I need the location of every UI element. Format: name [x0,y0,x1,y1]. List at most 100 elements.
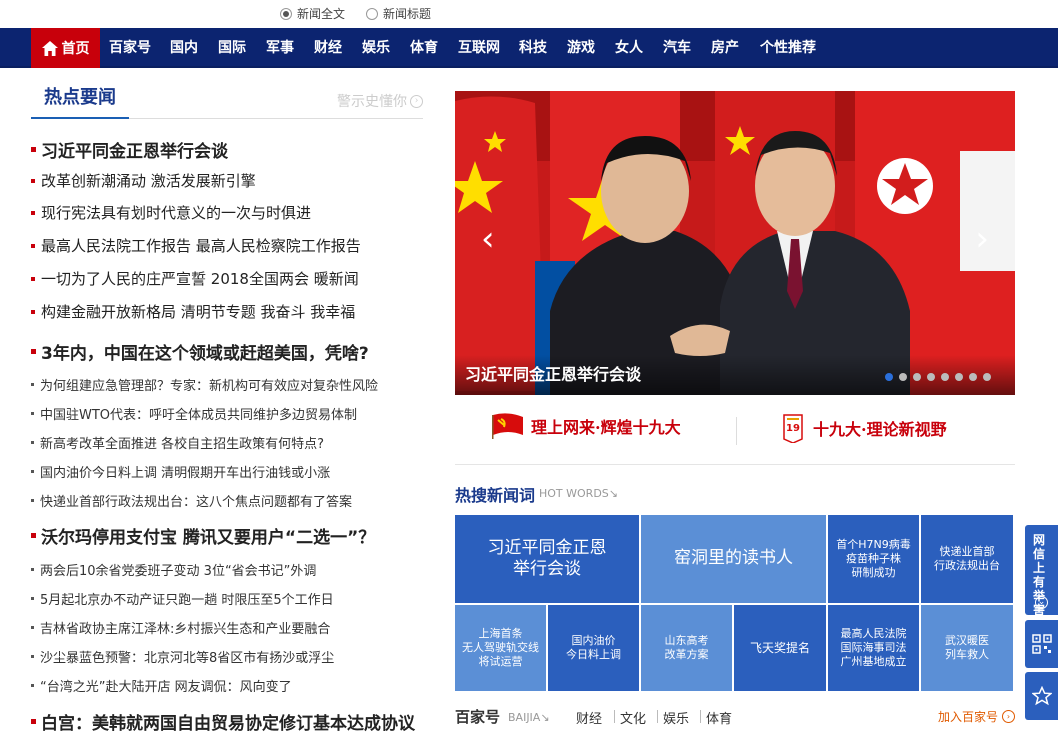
slider-dot[interactable] [983,373,991,381]
radio-title-only[interactable]: 新闻标题 [366,5,431,22]
banner-left[interactable]: 理上网来·辉煌十九大 [491,413,681,439]
nav-item-international[interactable]: 国际 [218,28,246,68]
slider-dot[interactable] [885,373,893,381]
hot-word-text: 山东高考 改革方案 [664,634,709,661]
news-item[interactable]: 沙尘暴蓝色预警：北京河北等8省区市有扬沙或浮尘 [31,647,334,666]
news-headline[interactable]: 习近平同金正恩举行会谈 [31,137,228,162]
hot-word-tile[interactable]: 首个H7N9病毒 疫苗种子株 研制成功 [828,515,919,603]
hot-word-tile[interactable]: 武汉暖医 列车救人 [921,605,1013,691]
slider-dot[interactable] [955,373,963,381]
hot-word-text: 武汉暖医 列车救人 [945,634,989,661]
nav-item-personal[interactable]: 个性推荐 [760,28,816,68]
banner-right-text: 十九大·理论新视野 [813,420,947,439]
news-item[interactable]: 一切为了人民的庄严宣誓 2018全国两会 暖新闻 [31,268,359,289]
news-item[interactable]: 现行宪法具有划时代意义的一次与时俱进 [31,202,311,223]
news-item[interactable]: 吉林省政协主席江泽林:乡村振兴生态和产业要融合 [31,618,330,637]
hot-word-text: 快递业首部 行政法规出台 [934,545,1000,572]
slider-dot[interactable] [913,373,921,381]
news-item[interactable]: 最高人民法院工作报告 最高人民检察院工作报告 [31,235,361,256]
hot-words-title: 热搜新闻词 [455,486,536,505]
nav-item-internet[interactable]: 互联网 [458,28,500,68]
slider-dot[interactable] [899,373,907,381]
join-baijia-link[interactable]: 加入百家号 › [938,708,1015,725]
party-flag-icon [492,413,523,439]
news-item[interactable]: “台湾之光”赴大陆开店 网友调侃：风向变了 [31,676,292,695]
main-nav: 首页 百家号 国内 国际 军事 财经 娱乐 体育 互联网 科技 游戏 女人 汽车… [0,28,1058,68]
banner-right[interactable]: 19 十九大·理论新视野 [781,413,947,443]
slider-dot[interactable] [927,373,935,381]
news-item[interactable]: 新高考改革全面推进 各校自主招生政策有何特点? [31,433,324,452]
hot-news-header: 热点要闻 警示史懂你 › [31,83,423,119]
hot-word-tile[interactable]: 习近平同金正恩 举行会谈 [455,515,639,603]
news-item[interactable]: 中国驻WTO代表：呼吁全体成员共同维护多边贸易体制 [31,404,357,423]
radio-title-only-label: 新闻标题 [383,7,432,21]
nav-home[interactable]: 首页 [31,28,100,68]
nav-item-baijiahao[interactable]: 百家号 [109,28,151,68]
nav-item-women[interactable]: 女人 [615,28,643,68]
nav-item-sports[interactable]: 体育 [410,28,438,68]
slider-prev-button[interactable]: ‹ [481,219,495,259]
nav-item-tech[interactable]: 科技 [519,28,547,68]
hot-word-tile[interactable]: 窑洞里的读书人 [641,515,826,603]
hot-words-subtitle: HOT WORDS↘ [539,487,618,500]
news-headline[interactable]: 沃尔玛停用支付宝 腾讯又要用户“二选一”？ [31,523,375,548]
slider-next-button[interactable]: › [975,219,989,259]
news-headline[interactable]: 白宫：美韩就两国自由贸易协定修订基本达成协议 [31,709,415,734]
hot-word-tile[interactable]: 上海首条 无人驾驶轨交线 将试运营 [455,605,546,691]
hot-word-text: 首个H7N9病毒 疫苗种子株 研制成功 [836,538,911,579]
banner-divider [736,417,737,445]
news-item[interactable]: 国内油价今日料上调 清明假期开车出行油钱或小涨 [31,462,330,481]
qr-code-button[interactable] [1025,620,1058,668]
favorite-button[interactable] [1025,672,1058,720]
radio-full-text[interactable]: 新闻全文 [280,5,345,22]
nav-home-label: 首页 [61,41,90,57]
svg-text:19: 19 [786,423,800,434]
slider-dot[interactable] [941,373,949,381]
radio-unchecked-icon [366,7,378,20]
divider [657,710,658,723]
star-icon [1031,686,1052,706]
hot-word-text: 最高人民法院 国际海事司法 广州基地成立 [840,627,907,668]
news-item[interactable]: 为何组建应急管理部？专家：新机构可有效应对复杂性风险 [31,375,378,394]
hot-word-tile[interactable]: 国内油价 今日料上调 [548,605,639,691]
radio-full-text-label: 新闻全文 [297,7,346,21]
nav-item-domestic[interactable]: 国内 [170,28,198,68]
home-icon [41,40,58,56]
news-headline[interactable]: 3年内，中国在这个领域或赶超美国，凭啥? [31,339,369,364]
report-tool-button[interactable]: 网信上有举害报 ⌄ [1025,525,1058,631]
news-item[interactable]: 两会后10余省党委班子变动 3位“省会书记”外调 [31,560,316,579]
chevron-down-icon: ⌄ [1035,596,1048,609]
hot-word-tile[interactable]: 快递业首部 行政法规出台 [921,515,1013,603]
news-item[interactable]: 构建金融开放新格局 清明节专题 我奋斗 我幸福 [31,301,355,322]
hot-word-tile[interactable]: 最高人民法院 国际海事司法 广州基地成立 [828,605,919,691]
baijia-link-entertainment[interactable]: 娱乐 [663,708,689,727]
nav-item-entertainment[interactable]: 娱乐 [362,28,390,68]
nav-item-auto[interactable]: 汽车 [663,28,691,68]
news-item[interactable]: 改革创新潮涌动 激活发展新引擎 [31,170,256,191]
nav-item-military[interactable]: 军事 [266,28,294,68]
baijia-link-sports[interactable]: 体育 [706,708,732,727]
baijia-link-culture[interactable]: 文化 [620,708,646,727]
nav-item-finance[interactable]: 财经 [314,28,342,68]
banner-left-text: 理上网来·辉煌十九大 [531,418,681,437]
hot-word-tile[interactable]: 山东高考 改革方案 [641,605,732,691]
chevron-right-icon: › [410,94,423,108]
hot-word-text: 上海首条 无人驾驶轨交线 将试运营 [462,627,539,668]
report-tool-label: 网信上有举害报 [1033,533,1046,631]
nav-item-games[interactable]: 游戏 [567,28,595,68]
slider-dot[interactable] [969,373,977,381]
hot-word-tile[interactable]: 飞天奖提名 [734,605,826,691]
hot-news-slogan[interactable]: 警示史懂你 › [337,91,423,111]
news-item[interactable]: 5月起北京办不动产证只跑一趟 时限压至5个工作日 [31,589,334,608]
baijia-header: 百家号 BAIJIA↘ 财经 文化 娱乐 体育 加入百家号 › [455,706,1015,728]
divider [700,710,701,723]
news-item[interactable]: 快递业首部行政法规出台：这八个焦点问题都有了答案 [31,491,352,510]
slide-caption[interactable]: 习近平同金正恩举行会谈 [465,361,641,385]
hot-word-text: 习近平同金正恩 举行会谈 [487,537,607,579]
nav-item-house[interactable]: 房产 [711,28,739,68]
hot-news-slogan-text: 警示史懂你 [337,94,407,110]
baijia-link-finance[interactable]: 财经 [576,708,602,727]
search-scope-bar: 新闻全文 新闻标题 [0,0,1058,28]
photo-slider[interactable]: 习近平同金正恩举行会谈 ‹ › [455,91,1015,395]
qr-code-icon [1031,634,1052,654]
